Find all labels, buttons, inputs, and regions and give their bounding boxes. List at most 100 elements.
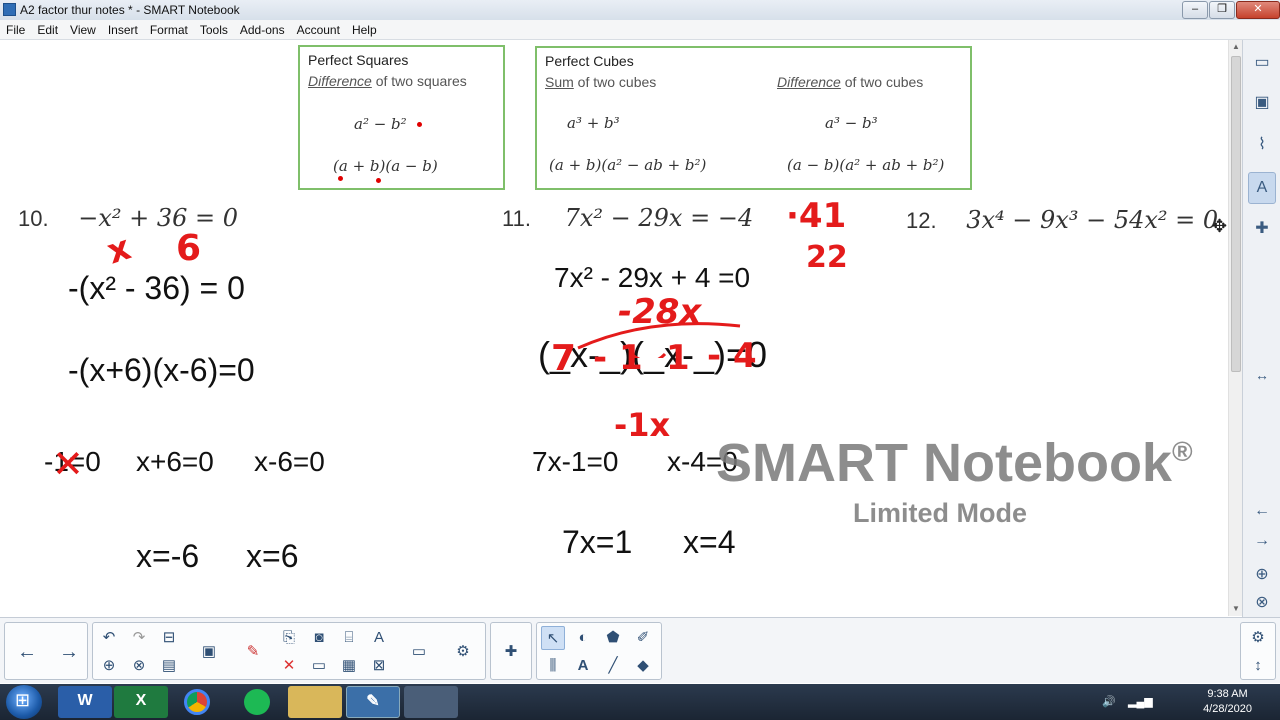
text-icon[interactable]: A (571, 654, 595, 678)
taskbar-file-explorer[interactable] (288, 686, 342, 718)
response-icon[interactable]: ⚙ (451, 640, 475, 664)
insert-table-icon[interactable]: ▦ (337, 654, 361, 678)
smart-notebook-app-icon (3, 3, 16, 16)
work-10-step-4a: x=-6 (136, 538, 200, 574)
full-screen-icon[interactable]: ▭ (307, 654, 331, 678)
attachments-icon[interactable]: ⌇ (1248, 130, 1276, 162)
menu-add-ons[interactable]: Add-ons (234, 20, 291, 39)
delete-page-icon[interactable]: ⊗ (1248, 588, 1276, 620)
network-icon[interactable]: ▂▄▆ (1128, 695, 1153, 708)
perfect-squares-box[interactable]: Perfect Squares Difference of two square… (298, 45, 505, 190)
redo-icon[interactable]: ↷ (127, 626, 151, 650)
resize-arrows-icon[interactable]: ↔ (1248, 360, 1276, 392)
move-toolbar-icon[interactable]: ↕ (1246, 654, 1270, 678)
sum-of-cubes-formula: a³ + b³ (567, 114, 620, 132)
previous-page-icon[interactable]: ← (1248, 496, 1276, 528)
notebook-icon: ✎ (366, 693, 380, 710)
close-button[interactable]: ✕ (1236, 1, 1280, 19)
fill-icon[interactable]: ⬟ (601, 626, 625, 650)
system-tray: 🔊 ▂▄▆ 9:38 AM 4/28/2020 (1080, 684, 1280, 720)
text-box-icon[interactable]: ▭ (407, 640, 431, 664)
window-controls: – ❐ ✕ (1181, 0, 1280, 20)
delete-icon[interactable]: ✕ (277, 654, 301, 678)
gallery-icon[interactable]: ▣ (1248, 88, 1276, 120)
paste-icon[interactable]: ⎘ (277, 626, 301, 650)
clear-ink-icon[interactable]: ✎ (241, 640, 265, 664)
notebook-page-canvas[interactable]: Perfect Squares Difference of two square… (0, 40, 1228, 616)
vertical-scrollbar[interactable]: ▲ ▼ (1228, 40, 1242, 616)
scroll-thumb[interactable] (1231, 56, 1241, 372)
next-page-icon[interactable]: → (1248, 526, 1276, 558)
taskbar-spotify[interactable] (230, 686, 284, 718)
menu-bar: File Edit View Insert Format Tools Add-o… (0, 20, 1280, 40)
menu-tools[interactable]: Tools (194, 20, 234, 39)
ink-dot (417, 122, 422, 127)
delete-page-icon[interactable]: ⊗ (127, 654, 151, 678)
scroll-up-icon[interactable]: ▲ (1229, 40, 1243, 54)
clock[interactable]: 9:38 AM 4/28/2020 (1203, 687, 1252, 717)
eraser-icon[interactable]: ◆ (631, 654, 655, 678)
screen-capture-icon[interactable]: ◙ (307, 626, 331, 650)
work-10-step-4b: x=6 (246, 538, 299, 574)
limited-mode-label: Limited Mode (853, 498, 1027, 528)
perfect-cubes-box[interactable]: Perfect Cubes Sum of two cubes Differenc… (535, 46, 972, 190)
side-tab-bar: ▭ ▣ ⌇ A ✚ ↔ ← → ⊕ ⊗ (1242, 40, 1280, 620)
previous-page-arrow-icon[interactable]: ← (15, 640, 39, 664)
problem-12: 12. 3x⁴ − 9x³ − 54x² = 0 (906, 206, 1218, 234)
ink-strike: ✕ (52, 442, 84, 486)
menu-file[interactable]: File (0, 20, 31, 39)
work-10-step-1: -(x² - 36) = 0 (68, 270, 245, 306)
menu-view[interactable]: View (64, 20, 102, 39)
puzzle-icon[interactable]: ✚ (499, 640, 523, 664)
select-arrow-icon[interactable]: ↖ (541, 626, 565, 650)
table-tools-icon[interactable]: ⫼ (541, 654, 565, 678)
menu-format[interactable]: Format (144, 20, 194, 39)
taskbar-excel[interactable]: X (114, 686, 168, 718)
sum-of-cubes-factored: (a + b)(a² − ab + b²) (549, 156, 707, 174)
screen-shade-icon[interactable]: ▣ (197, 640, 221, 664)
menu-insert[interactable]: Insert (102, 20, 144, 39)
problem-number: 11. (502, 206, 531, 231)
difference-of-cubes-factored: (a − b)(a² + ab + b²) (787, 156, 945, 174)
difference-of-cubes-formula: a³ − b³ (825, 114, 878, 132)
pen-icon[interactable]: ✐ (631, 626, 655, 650)
next-page-arrow-icon[interactable]: → (57, 640, 81, 664)
line-icon[interactable]: ╱ (601, 654, 625, 678)
page-sorter-icon[interactable]: ▭ (1248, 48, 1276, 80)
shapes-icon[interactable]: ◐ (571, 626, 595, 650)
taskbar-word[interactable]: W (58, 686, 112, 718)
settings-gear-icon[interactable]: ⚙ (1246, 626, 1270, 650)
taskbar-chrome[interactable] (170, 686, 224, 718)
spell-check-icon[interactable]: A (367, 626, 391, 650)
start-button[interactable] (6, 685, 42, 719)
menu-edit[interactable]: Edit (31, 20, 64, 39)
ink-annotation: 22 (806, 240, 848, 275)
chrome-icon (184, 689, 210, 715)
undo-icon[interactable]: ↶ (97, 626, 121, 650)
ink-dot (338, 176, 343, 181)
save-icon[interactable]: ▤ (157, 654, 181, 678)
taskbar-network-app[interactable] (404, 686, 458, 718)
problem-equation: 7x² − 29x = −4 (564, 204, 754, 232)
problem-11: 11. 7x² − 29x = −4 (502, 204, 753, 232)
crop-icon[interactable]: ⊠ (367, 654, 391, 678)
minimize-button[interactable]: – (1182, 1, 1208, 19)
document-camera-icon[interactable]: ⌸ (337, 626, 361, 650)
drawing-tools-group: ↖ ◐ ⬟ ✐ ⫼ A ╱ ◆ (536, 622, 662, 680)
perfect-squares-title: Perfect Squares (308, 52, 409, 68)
open-folder-icon[interactable]: ⊟ (157, 626, 181, 650)
maximize-button[interactable]: ❐ (1209, 1, 1235, 19)
difference-of-squares-formula: a² − b² (354, 115, 407, 133)
sum-of-cubes-label: Sum of two cubes (545, 74, 657, 90)
speaker-icon[interactable]: 🔊 (1102, 695, 1116, 708)
taskbar-smart-notebook[interactable]: ✎ (346, 686, 400, 718)
limited-mode-watermark: SMART Notebook® (716, 433, 1193, 493)
menu-help[interactable]: Help (346, 20, 383, 39)
problem-number: 12. (906, 208, 937, 233)
scroll-down-icon[interactable]: ▼ (1229, 602, 1243, 616)
work-11-step-4a: 7x=1 (562, 524, 633, 560)
menu-account[interactable]: Account (291, 20, 346, 39)
properties-icon[interactable]: A (1248, 172, 1276, 204)
add-ons-icon[interactable]: ✚ (1248, 214, 1276, 246)
add-page-icon[interactable]: ⊕ (97, 654, 121, 678)
